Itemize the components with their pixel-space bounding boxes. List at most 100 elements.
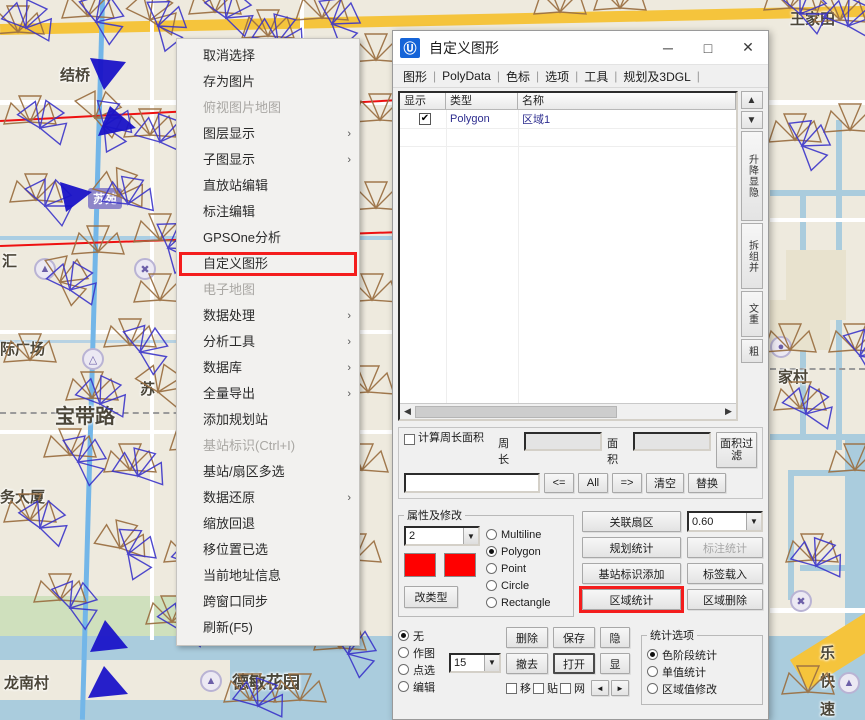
- menu-item-layer-display[interactable]: 图层显示 ›: [177, 121, 359, 147]
- menu-item-full-export[interactable]: 全量导出 ›: [177, 381, 359, 407]
- shape-option-point[interactable]: Point: [486, 560, 568, 577]
- change-type-button[interactable]: 改类型: [404, 586, 458, 608]
- tab-graphics[interactable]: 图形: [397, 68, 433, 85]
- next-arrow-button[interactable]: ►: [611, 680, 629, 696]
- tab-options[interactable]: 选项: [539, 68, 575, 85]
- area-delete-button[interactable]: 区域删除: [687, 589, 763, 610]
- area-field[interactable]: [633, 432, 712, 451]
- line-color-swatch[interactable]: [444, 553, 476, 577]
- prev-arrow-button[interactable]: ◄: [591, 680, 609, 696]
- custom-graphics-dialog[interactable]: Ⓤ 自定义图形 ─ □ ✕ 图形 | PolyData | 色标 | 选项 | …: [392, 30, 769, 720]
- less-equal-button[interactable]: <=: [544, 473, 574, 493]
- menu-item-move-selected[interactable]: 移位置已选: [177, 537, 359, 563]
- menu-item-refresh[interactable]: 刷新(F5): [177, 615, 359, 641]
- bold-button[interactable]: 粗: [741, 339, 763, 363]
- snap-checkbox[interactable]: 贴: [533, 680, 558, 696]
- show-button[interactable]: 显: [600, 653, 630, 674]
- filter-input[interactable]: [404, 473, 540, 493]
- tab-color-scale[interactable]: 色标: [500, 68, 536, 85]
- graphics-list[interactable]: 显示 类型 名称 ✔ Polygon 区域1 ◀ ▶: [398, 91, 738, 421]
- mode-option-edit[interactable]: 编辑: [398, 678, 444, 695]
- column-header-visible[interactable]: 显示: [400, 93, 446, 109]
- area-stats-button[interactable]: 区域统计: [579, 586, 684, 613]
- fill-color-swatch[interactable]: [404, 553, 436, 577]
- chevron-down-icon[interactable]: ▼: [746, 513, 761, 530]
- split-merge-button[interactable]: 拆组并: [741, 223, 763, 289]
- menu-item-database[interactable]: 数据库 ›: [177, 355, 359, 381]
- text-weight-button[interactable]: 文重: [741, 291, 763, 337]
- shape-option-circle[interactable]: Circle: [486, 577, 568, 594]
- menu-item-site-sector-multiselect[interactable]: 基站/扇区多选: [177, 459, 359, 485]
- row-visible-checkbox[interactable]: ✔: [400, 113, 446, 125]
- menu-item-custom-graphics[interactable]: 自定义图形: [177, 251, 359, 277]
- station-icon[interactable]: ✖: [790, 590, 812, 612]
- opacity-combo[interactable]: 0.60 ▼: [687, 511, 763, 532]
- shape-option-polygon[interactable]: Polygon: [486, 543, 568, 560]
- chevron-down-icon[interactable]: ▼: [463, 528, 478, 544]
- move-checkbox[interactable]: 移: [506, 680, 531, 696]
- tower-icon[interactable]: ●: [770, 336, 792, 358]
- park-icon[interactable]: ▲: [34, 258, 56, 280]
- hide-button[interactable]: 隐: [600, 627, 630, 648]
- menu-item-data-restore[interactable]: 数据还原 ›: [177, 485, 359, 511]
- column-header-type[interactable]: 类型: [446, 93, 518, 109]
- grid-checkbox[interactable]: 网: [560, 680, 585, 696]
- menu-item-cancel-selection[interactable]: 取消选择: [177, 43, 359, 69]
- menu-item-analysis-tools[interactable]: 分析工具 ›: [177, 329, 359, 355]
- menu-item-current-address-info[interactable]: 当前地址信息: [177, 563, 359, 589]
- tab-planning-3dgl[interactable]: 规划及3DGL: [617, 68, 696, 85]
- scroll-up-button[interactable]: ▲: [741, 91, 763, 109]
- link-sector-button[interactable]: 关联扇区: [582, 511, 681, 532]
- stats-option-color-scale[interactable]: 色阶段统计: [647, 646, 757, 663]
- menu-item-data-processing[interactable]: 数据处理 ›: [177, 303, 359, 329]
- table-row[interactable]: ✔ Polygon 区域1: [400, 110, 736, 128]
- size-combo[interactable]: 15 ▼: [449, 652, 501, 673]
- load-labels-button[interactable]: 标签载入: [687, 563, 763, 584]
- stats-option-area-value-edit[interactable]: 区域值修改: [647, 680, 757, 697]
- stats-option-single-value[interactable]: 单值统计: [647, 663, 757, 680]
- all-button[interactable]: All: [578, 473, 608, 493]
- mode-option-none[interactable]: 无: [398, 627, 444, 644]
- area-filter-button[interactable]: 关联扇区 面积过滤: [716, 432, 757, 468]
- perimeter-field[interactable]: [524, 432, 603, 451]
- context-menu[interactable]: 取消选择 存为图片 俯视图片地图 图层显示 › 子图显示 › 直放站编辑 标注编…: [176, 38, 360, 646]
- close-button[interactable]: ✕: [728, 31, 768, 64]
- menu-item-add-planned-site[interactable]: 添加规划站: [177, 407, 359, 433]
- replace-button[interactable]: 替换: [688, 473, 726, 493]
- reorder-visibility-button[interactable]: 升降显隐: [741, 131, 763, 221]
- shape-option-rectangle[interactable]: Rectangle: [486, 594, 568, 611]
- horizontal-scrollbar[interactable]: ◀ ▶: [400, 403, 736, 419]
- shape-option-multiline[interactable]: Multiline: [486, 526, 568, 543]
- list-side-toolbar[interactable]: ▲ ▼ 升降显隐 拆组并 文重 粗: [741, 91, 763, 421]
- clear-button[interactable]: 清空: [646, 473, 684, 493]
- menu-item-annotation-edit[interactable]: 标注编辑: [177, 199, 359, 225]
- open-button[interactable]: 打开: [553, 653, 595, 674]
- menu-item-sublayer-display[interactable]: 子图显示 ›: [177, 147, 359, 173]
- count-combo[interactable]: 2 ▼: [404, 526, 480, 546]
- planning-stats-button[interactable]: 规划统计: [582, 537, 681, 558]
- scrollbar-thumb[interactable]: [415, 405, 617, 418]
- menu-item-gpsone-analysis[interactable]: GPSOne分析: [177, 225, 359, 251]
- add-site-identifier-button[interactable]: 基站标识添加: [582, 563, 681, 584]
- scroll-down-button[interactable]: ▼: [741, 111, 763, 129]
- delete-button[interactable]: 删除: [506, 627, 548, 648]
- undo-button[interactable]: 撤去: [506, 653, 548, 674]
- mode-option-pick[interactable]: 点选: [398, 661, 444, 678]
- save-button[interactable]: 保存: [553, 627, 595, 648]
- tab-tools[interactable]: 工具: [578, 68, 614, 85]
- column-header-name[interactable]: 名称: [518, 93, 736, 109]
- dialog-title-bar[interactable]: Ⓤ 自定义图形 ─ □ ✕: [393, 31, 768, 65]
- chevron-down-icon[interactable]: ▼: [484, 654, 499, 671]
- calc-perimeter-area-checkbox[interactable]: 计算周长面积: [404, 432, 493, 445]
- station-icon[interactable]: ✖: [134, 258, 156, 280]
- map-poi-badge[interactable]: 苏苑: [88, 188, 123, 209]
- scroll-right-arrow-icon[interactable]: ▶: [721, 406, 736, 417]
- menu-item-cross-window-sync[interactable]: 跨窗口同步: [177, 589, 359, 615]
- mode-option-draw[interactable]: 作图: [398, 644, 444, 661]
- dialog-tab-bar[interactable]: 图形 | PolyData | 色标 | 选项 | 工具 | 规划及3DGL |: [393, 65, 768, 88]
- greater-equal-button[interactable]: =>: [612, 473, 642, 493]
- tower-icon[interactable]: ▲: [838, 672, 860, 694]
- menu-item-repeater-edit[interactable]: 直放站编辑: [177, 173, 359, 199]
- graphics-list-rows[interactable]: ✔ Polygon 区域1: [400, 110, 736, 403]
- minimize-button[interactable]: ─: [648, 31, 688, 64]
